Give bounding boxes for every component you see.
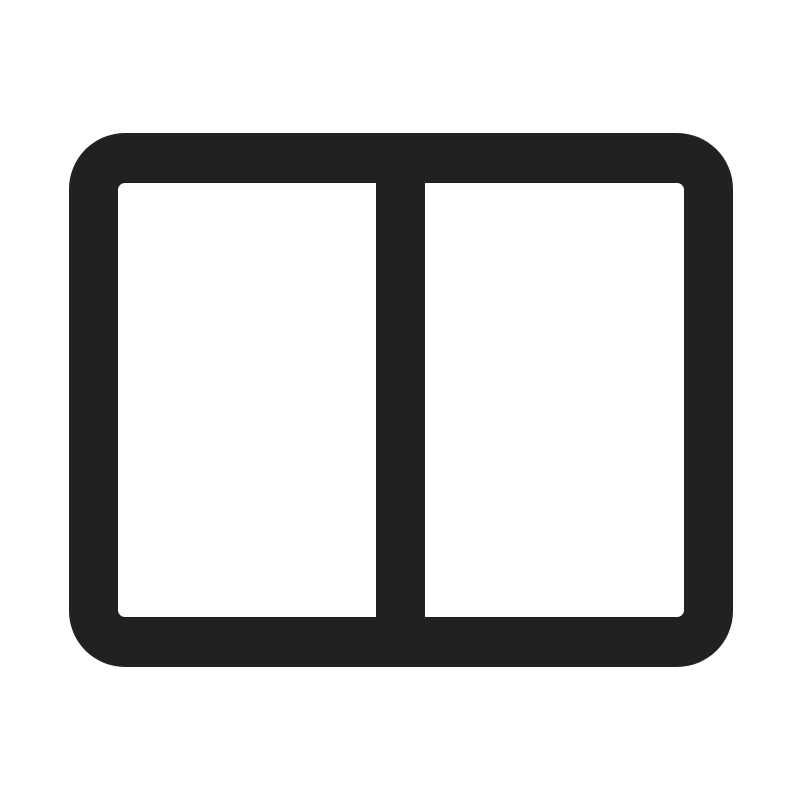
split-view-frame <box>69 133 733 667</box>
split-view-columns-icon <box>69 133 733 667</box>
icon-canvas <box>0 0 800 800</box>
